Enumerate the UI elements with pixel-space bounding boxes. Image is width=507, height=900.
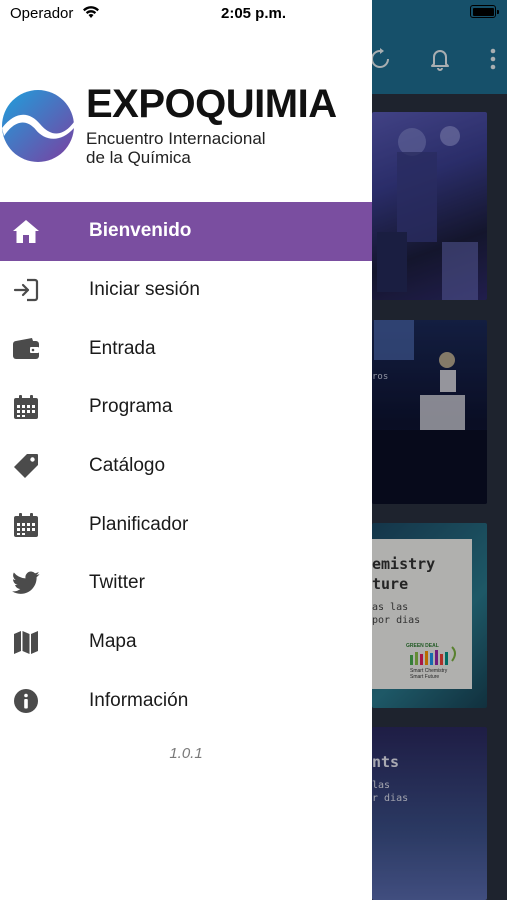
brand-name: EXPOQUIMIA (86, 82, 337, 126)
calendar-icon (0, 512, 70, 538)
sign-in-icon (0, 278, 70, 302)
menu-item-iniciar-sesion[interactable]: Iniciar sesión (0, 261, 372, 320)
menu-item-twitter[interactable]: Twitter (0, 554, 372, 613)
menu-item-bienvenido[interactable]: Bienvenido (0, 202, 372, 261)
menu-item-label: Programa (89, 396, 173, 418)
menu-item-catalogo[interactable]: Catálogo (0, 437, 372, 496)
menu-item-entrada[interactable]: Entrada (0, 319, 372, 378)
info-icon (0, 688, 70, 714)
brand-tagline: Encuentro Internacional (86, 129, 266, 148)
map-icon (0, 629, 70, 655)
expoquimia-logo-mark-icon (0, 88, 76, 169)
menu-item-mapa[interactable]: Mapa (0, 613, 372, 672)
status-time: 2:05 p.m. (220, 5, 287, 22)
menu-item-label: Iniciar sesión (89, 279, 200, 301)
menu-item-informacion[interactable]: Información (0, 672, 372, 731)
drawer-menu: Bienvenido Iniciar sesión Entrada Progra… (0, 202, 372, 730)
menu-item-label: Mapa (89, 631, 137, 653)
menu-item-label: Bienvenido (89, 220, 192, 242)
menu-item-label: Entrada (89, 337, 156, 359)
tag-icon (0, 453, 70, 479)
wallet-icon (0, 337, 70, 360)
status-bar: Operador 2:05 p.m. (0, 0, 507, 30)
app-version: 1.0.1 (169, 745, 203, 762)
expoquimia-logo: EXPOQUIMIA Encuentro Internacional de la… (0, 82, 372, 172)
menu-item-label: Planificador (89, 513, 189, 535)
twitter-icon (0, 571, 70, 595)
navigation-drawer: EXPOQUIMIA Encuentro Internacional de la… (0, 0, 372, 900)
menu-item-label: Información (89, 689, 189, 711)
menu-item-label: Twitter (89, 572, 145, 594)
menu-item-programa[interactable]: Programa (0, 378, 372, 437)
menu-item-planificador[interactable]: Planificador (0, 495, 372, 554)
brand-tagline: de la Química (86, 148, 191, 167)
calendar-icon (0, 394, 70, 420)
battery-icon (470, 5, 496, 18)
menu-item-label: Catálogo (89, 455, 166, 477)
battery-tip (497, 10, 499, 14)
home-icon (0, 218, 70, 244)
